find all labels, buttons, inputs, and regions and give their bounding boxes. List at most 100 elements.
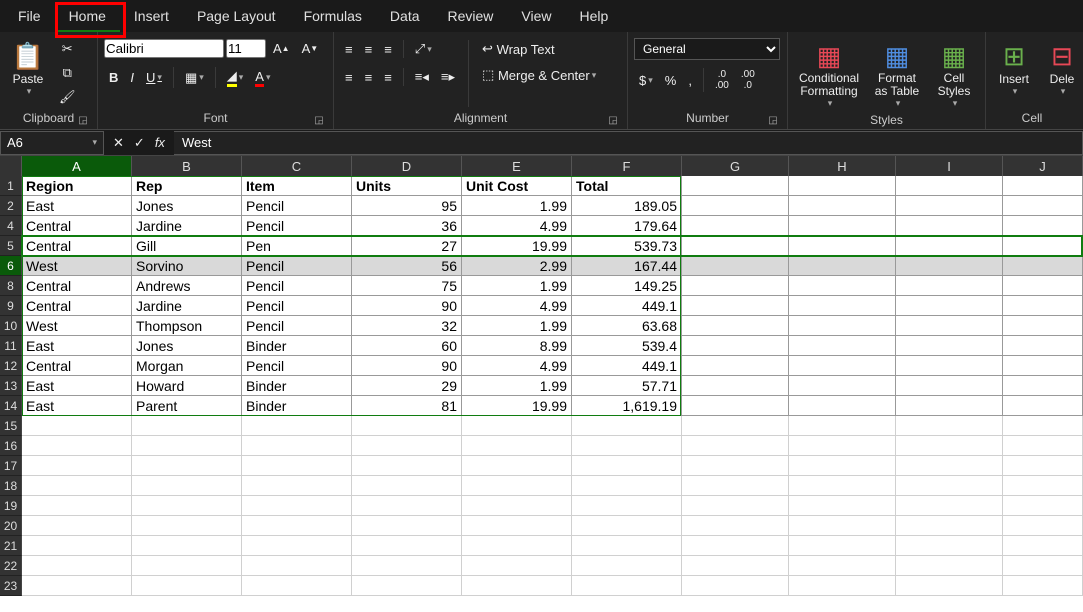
cell-I14[interactable]	[896, 396, 1003, 416]
paste-button[interactable]: 📋 Paste ▾	[6, 38, 50, 99]
fill-color-button[interactable]: ◢▾	[222, 65, 249, 90]
row-header-21[interactable]: 21	[0, 536, 22, 556]
cell-F10[interactable]: 63.68	[572, 316, 682, 336]
tab-file[interactable]: File	[4, 0, 55, 32]
cell-F17[interactable]	[572, 456, 682, 476]
cell-I22[interactable]	[896, 556, 1003, 576]
cell-G9[interactable]	[682, 296, 789, 316]
cell-A21[interactable]	[22, 536, 132, 556]
cell-E13[interactable]: 1.99	[462, 376, 572, 396]
cell-F18[interactable]	[572, 476, 682, 496]
cell-J12[interactable]	[1003, 356, 1083, 376]
italic-button[interactable]: I	[125, 67, 139, 88]
cell-G15[interactable]	[682, 416, 789, 436]
cell-C22[interactable]	[242, 556, 352, 576]
cell-J20[interactable]	[1003, 516, 1083, 536]
cell-A18[interactable]	[22, 476, 132, 496]
row-header-13[interactable]: 13	[0, 376, 22, 396]
row-header-10[interactable]: 10	[0, 316, 22, 336]
cell-G17[interactable]	[682, 456, 789, 476]
cell-G6[interactable]	[682, 256, 789, 276]
cell-A23[interactable]	[22, 576, 132, 596]
comma-button[interactable]: ,	[683, 70, 697, 91]
cell-E8[interactable]: 1.99	[462, 276, 572, 296]
cell-F4[interactable]: 179.64	[572, 216, 682, 236]
cell-C13[interactable]: Binder	[242, 376, 352, 396]
cell-D1[interactable]: Units	[352, 176, 462, 196]
col-header-E[interactable]: E	[462, 156, 572, 176]
dialog-launcher-icon[interactable]: ◲	[767, 114, 779, 126]
number-format-select[interactable]: General	[634, 38, 780, 60]
cell-H1[interactable]	[789, 176, 896, 196]
cell-C19[interactable]	[242, 496, 352, 516]
cell-H15[interactable]	[789, 416, 896, 436]
font-color-button[interactable]: A▾	[250, 66, 275, 90]
name-box[interactable]: A6 ▾	[0, 131, 104, 155]
font-size-select[interactable]	[226, 39, 266, 58]
cell-G22[interactable]	[682, 556, 789, 576]
row-header-22[interactable]: 22	[0, 556, 22, 576]
accounting-button[interactable]: $▾	[634, 70, 658, 91]
cell-J16[interactable]	[1003, 436, 1083, 456]
row-header-2[interactable]: 2	[0, 196, 22, 216]
row-header-19[interactable]: 19	[0, 496, 22, 516]
bold-button[interactable]: B	[104, 67, 123, 88]
cell-E19[interactable]	[462, 496, 572, 516]
cell-H17[interactable]	[789, 456, 896, 476]
cell-F6[interactable]: 167.44	[572, 256, 682, 276]
cut-button[interactable]: ✂	[54, 38, 81, 60]
cell-H19[interactable]	[789, 496, 896, 516]
cell-I5[interactable]	[896, 236, 1003, 256]
cell-B13[interactable]: Howard	[132, 376, 242, 396]
cell-A4[interactable]: Central	[22, 216, 132, 236]
cell-A12[interactable]: Central	[22, 356, 132, 376]
cell-B9[interactable]: Jardine	[132, 296, 242, 316]
cell-A15[interactable]	[22, 416, 132, 436]
cell-D22[interactable]	[352, 556, 462, 576]
conditional-formatting-button[interactable]: ▦ Conditional Formatting▾	[794, 38, 864, 111]
cell-A20[interactable]	[22, 516, 132, 536]
cell-F15[interactable]	[572, 416, 682, 436]
cell-D14[interactable]: 81	[352, 396, 462, 416]
cell-B15[interactable]	[132, 416, 242, 436]
increase-decimal-button[interactable]: .0.00	[710, 66, 734, 94]
col-header-B[interactable]: B	[132, 156, 242, 176]
cell-D11[interactable]: 60	[352, 336, 462, 356]
cell-G11[interactable]	[682, 336, 789, 356]
cell-D16[interactable]	[352, 436, 462, 456]
cell-F8[interactable]: 149.25	[572, 276, 682, 296]
cell-A2[interactable]: East	[22, 196, 132, 216]
cell-D9[interactable]: 90	[352, 296, 462, 316]
cell-J6[interactable]	[1003, 256, 1083, 276]
cell-D4[interactable]: 36	[352, 216, 462, 236]
cell-A17[interactable]	[22, 456, 132, 476]
cell-G1[interactable]	[682, 176, 789, 196]
cell-D13[interactable]: 29	[352, 376, 462, 396]
align-bottom-button[interactable]: ≡	[379, 39, 397, 60]
font-name-select[interactable]	[104, 39, 224, 58]
row-header-17[interactable]: 17	[0, 456, 22, 476]
cell-B5[interactable]: Gill	[132, 236, 242, 256]
cell-E1[interactable]: Unit Cost	[462, 176, 572, 196]
cell-I11[interactable]	[896, 336, 1003, 356]
cell-E17[interactable]	[462, 456, 572, 476]
cell-D12[interactable]: 90	[352, 356, 462, 376]
cell-E15[interactable]	[462, 416, 572, 436]
col-header-C[interactable]: C	[242, 156, 352, 176]
cell-I8[interactable]	[896, 276, 1003, 296]
cell-H9[interactable]	[789, 296, 896, 316]
cell-C14[interactable]: Binder	[242, 396, 352, 416]
cell-D23[interactable]	[352, 576, 462, 596]
cell-G18[interactable]	[682, 476, 789, 496]
cell-E18[interactable]	[462, 476, 572, 496]
cell-E14[interactable]: 19.99	[462, 396, 572, 416]
cell-E10[interactable]: 1.99	[462, 316, 572, 336]
cell-H11[interactable]	[789, 336, 896, 356]
cell-B6[interactable]: Sorvino	[132, 256, 242, 276]
formula-input[interactable]	[174, 131, 1083, 155]
cell-H18[interactable]	[789, 476, 896, 496]
cell-A16[interactable]	[22, 436, 132, 456]
cell-F11[interactable]: 539.4	[572, 336, 682, 356]
cell-H13[interactable]	[789, 376, 896, 396]
cancel-formula-button[interactable]: ✕	[108, 132, 129, 154]
